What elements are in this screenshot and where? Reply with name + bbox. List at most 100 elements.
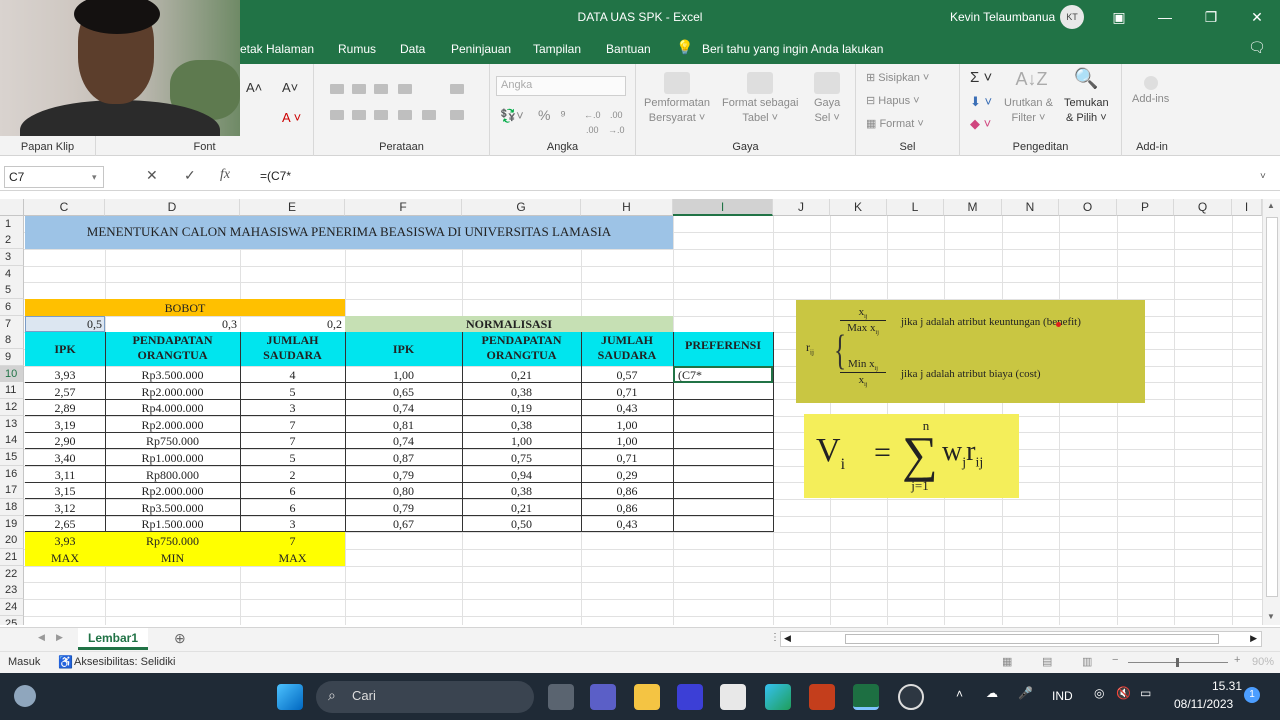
cell-saudara[interactable]: 2 <box>240 467 345 483</box>
next-sheet-icon[interactable]: ▶ <box>56 632 63 643</box>
normal-view-icon[interactable]: ▦ <box>1002 655 1012 668</box>
weight-ipk[interactable]: 0,5 <box>25 316 105 332</box>
cell-norm-pendapatan[interactable]: 0,21 <box>462 367 581 383</box>
cell-pendapatan[interactable]: Rp800.000 <box>105 467 240 483</box>
row-header[interactable]: 13 <box>0 416 24 433</box>
select-all-corner[interactable] <box>0 199 24 216</box>
cell-norm-ipk[interactable]: 1,00 <box>345 367 462 383</box>
scroll-down-icon[interactable]: ▼ <box>1267 612 1275 621</box>
clear-icon[interactable]: ◆ ˅ <box>970 116 991 131</box>
header-ipk[interactable]: IPK <box>25 341 105 357</box>
row-header[interactable]: 5 <box>0 282 24 299</box>
cell-norm-ipk[interactable]: 0,74 <box>345 400 462 416</box>
cell-saudara[interactable]: 3 <box>240 400 345 416</box>
cell-ipk[interactable]: 3,93 <box>25 367 105 383</box>
zoom-level[interactable]: 90% <box>1252 656 1274 668</box>
criteria-ipk[interactable]: MAX <box>25 550 105 566</box>
cell-saudara[interactable]: 3 <box>240 516 345 532</box>
scroll-up-icon[interactable]: ▲ <box>1267 201 1275 210</box>
notification-badge[interactable]: 1 <box>1244 687 1260 703</box>
cell-pendapatan[interactable]: Rp2.000.000 <box>105 417 240 433</box>
increase-font-icon[interactable]: A˄ <box>246 80 262 95</box>
cell-pendapatan[interactable]: Rp2.000.000 <box>105 483 240 499</box>
taskbar-search[interactable]: ⌕ Cari <box>316 681 534 713</box>
delete-cells-button[interactable]: ⊟ Hapus ˅ <box>866 94 920 109</box>
scroll-left-icon[interactable]: ◀ <box>784 633 791 644</box>
col-header[interactable]: P <box>1117 199 1174 216</box>
cancel-icon[interactable]: ✕ <box>146 167 158 184</box>
page-layout-icon[interactable]: ▤ <box>1042 655 1052 668</box>
decrease-decimal-icon[interactable]: .00 →.0 <box>608 108 625 138</box>
row-header[interactable]: 19 <box>0 516 24 533</box>
cell-norm-ipk[interactable]: 0,65 <box>345 384 462 400</box>
name-box[interactable]: C7 <box>4 166 104 188</box>
enter-icon[interactable]: ✓ <box>184 167 196 184</box>
cell-ipk[interactable]: 3,12 <box>25 500 105 516</box>
hscroll-thumb[interactable] <box>845 634 1219 644</box>
powerpoint-icon[interactable] <box>809 684 835 710</box>
row-header[interactable]: 9 <box>0 349 24 366</box>
cell-saudara[interactable]: 6 <box>240 483 345 499</box>
row-header[interactable]: 22 <box>0 566 24 583</box>
teams-icon[interactable] <box>590 684 616 710</box>
col-header[interactable]: K <box>830 199 887 216</box>
cell-norm-saudara[interactable]: 0,29 <box>581 467 673 483</box>
battery-icon[interactable]: ▭ <box>1140 686 1151 700</box>
tab-formulas[interactable]: Rumus <box>338 42 376 56</box>
header-norm-ipk[interactable]: IPK <box>345 341 462 357</box>
clock-date[interactable]: 08/11/2023 <box>1174 697 1233 711</box>
network-icon[interactable]: ◎ <box>1094 686 1104 700</box>
cell-ipk[interactable]: 3,11 <box>25 467 105 483</box>
cell-norm-saudara[interactable]: 0,86 <box>581 500 673 516</box>
bobot-label[interactable]: BOBOT <box>25 300 345 316</box>
ribbon-display-icon[interactable]: ▣ <box>1108 6 1130 28</box>
zoom-in-icon[interactable]: + <box>1234 654 1240 666</box>
header-saudara[interactable]: JUMLAH SAUDARA <box>240 333 345 363</box>
cell-norm-saudara[interactable]: 0,43 <box>581 516 673 532</box>
currency-icon[interactable]: 💱˅ <box>500 108 524 123</box>
max-saudara[interactable]: 7 <box>240 533 345 549</box>
cell-norm-ipk[interactable]: 0,87 <box>345 450 462 466</box>
header-preferensi[interactable]: PREFERENSI <box>673 341 773 349</box>
excel-icon[interactable] <box>853 684 879 710</box>
col-header[interactable]: I <box>1232 199 1262 216</box>
cell-saudara[interactable]: 5 <box>240 450 345 466</box>
prev-sheet-icon[interactable]: ◀ <box>38 632 45 643</box>
cell-saudara[interactable]: 5 <box>240 384 345 400</box>
insert-cells-button[interactable]: ⊞ Sisipkan ˅ <box>866 71 929 86</box>
row-header[interactable]: 8 <box>0 332 24 349</box>
page-break-icon[interactable]: ▥ <box>1082 655 1092 668</box>
input-language[interactable]: IND <box>1052 689 1073 703</box>
col-header[interactable]: M <box>944 199 1002 216</box>
worksheet-grid[interactable]: C D E F G H I J K L M N O P Q I 1 2 3 4 … <box>0 199 1262 625</box>
format-cells-button[interactable]: ▦ Format ˅ <box>866 117 924 132</box>
row-header[interactable]: 17 <box>0 482 24 499</box>
sheet-tab-lembar1[interactable]: Lembar1 <box>78 628 148 650</box>
sort-filter-button[interactable]: A↓Z Urutkan & Filter ˅ <box>1004 70 1053 126</box>
sheet-title[interactable]: MENENTUKAN CALON MAHASISWA PENERIMA BEAS… <box>25 224 673 240</box>
col-header[interactable]: H <box>581 199 673 216</box>
cell-norm-pendapatan[interactable]: 0,38 <box>462 417 581 433</box>
cell-norm-saudara[interactable]: 0,71 <box>581 450 673 466</box>
cell-norm-saudara[interactable]: 1,00 <box>581 433 673 449</box>
col-header[interactable]: D <box>105 199 240 216</box>
tray-chevron-icon[interactable]: ˄ <box>956 687 963 701</box>
tab-review[interactable]: Peninjauan <box>451 42 511 56</box>
minimize-button[interactable]: — <box>1154 6 1176 28</box>
cell-norm-pendapatan[interactable]: 0,38 <box>462 384 581 400</box>
criteria-saudara[interactable]: MAX <box>240 550 345 566</box>
row-header[interactable]: 12 <box>0 399 24 416</box>
row-header[interactable]: 23 <box>0 582 24 599</box>
edge-icon[interactable] <box>765 684 791 710</box>
tab-help[interactable]: Bantuan <box>606 42 651 56</box>
weight-pendapatan[interactable]: 0,3 <box>105 316 240 332</box>
cell-pendapatan[interactable]: Rp3.500.000 <box>105 500 240 516</box>
cell-saudara[interactable]: 7 <box>240 417 345 433</box>
cell-pendapatan[interactable]: Rp2.000.000 <box>105 384 240 400</box>
format-as-table-button[interactable]: Format sebagai Tabel ˅ <box>722 72 798 126</box>
microphone-icon[interactable]: 🎤 <box>1018 686 1033 700</box>
min-pendapatan[interactable]: Rp750.000 <box>105 533 240 549</box>
chevron-down-icon[interactable]: ▾ <box>92 172 97 183</box>
start-icon[interactable] <box>277 684 303 710</box>
recorder-icon[interactable] <box>898 684 924 710</box>
